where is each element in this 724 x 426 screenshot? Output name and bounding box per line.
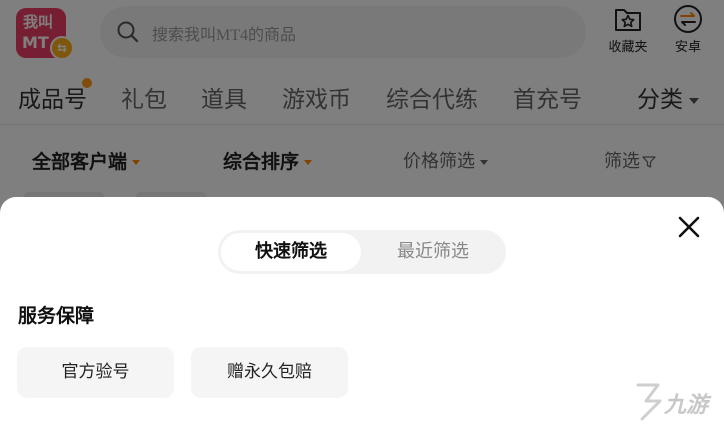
service-guarantee-title: 服务保障 [18,305,95,327]
filter-mode-segmented-control: 快速筛选 最近筛选 [218,230,506,274]
tab-recent-filter[interactable]: 最近筛选 [363,233,503,271]
close-icon[interactable] [676,214,702,240]
option-official-verification[interactable]: 官方验号 [17,347,174,398]
option-permanent-compensation[interactable]: 赠永久包赔 [191,347,348,398]
tab-quick-filter[interactable]: 快速筛选 [221,233,361,271]
watermark-text: 九游 [664,393,709,418]
filter-sheet: 快速筛选 最近筛选 服务保障 官方验号 赠永久包赔 九游 [0,197,724,426]
